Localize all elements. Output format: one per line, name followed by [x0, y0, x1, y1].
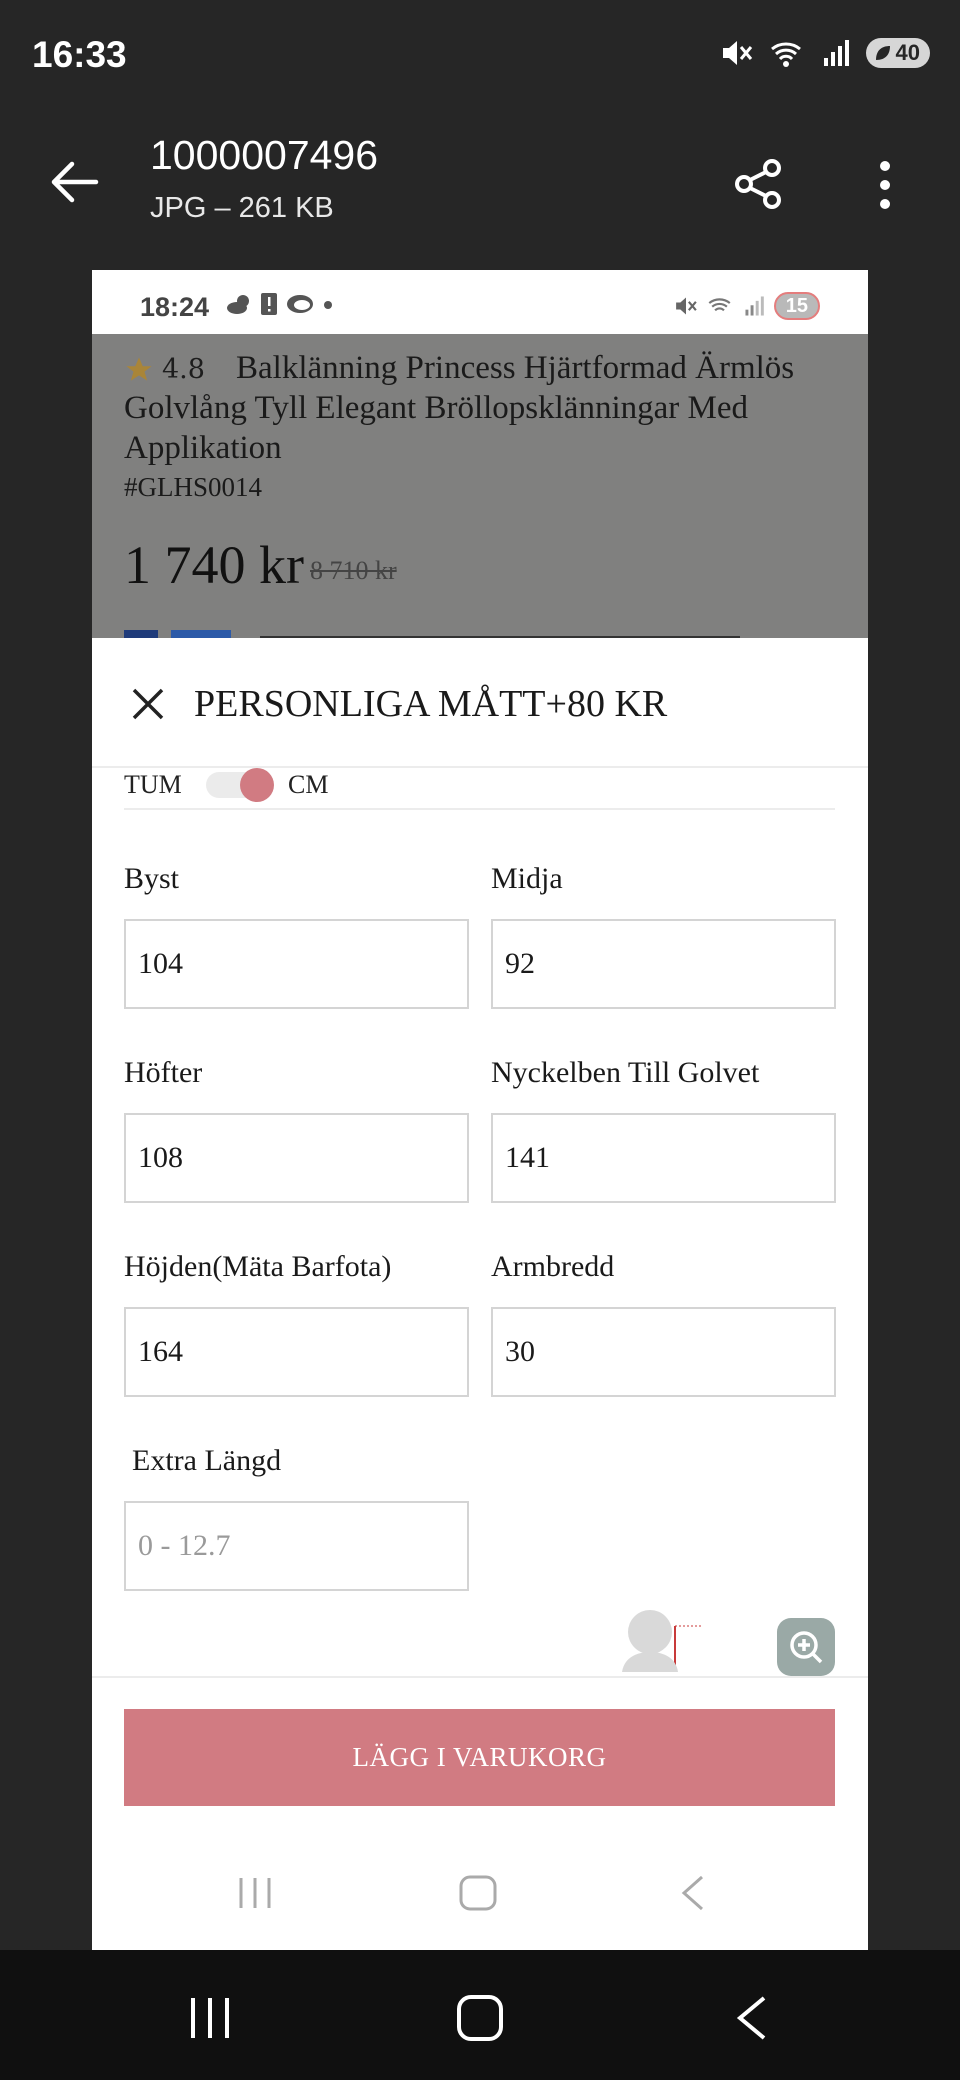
battery-level: 40 — [895, 40, 920, 65]
file-info: JPG – 261 KB — [150, 192, 334, 224]
extra-length-label: Extra Längd — [132, 1444, 282, 1477]
outer-status-bar: 16:33 40 — [0, 0, 960, 115]
outer-nav-bar — [0, 1950, 960, 2080]
back-icon[interactable] — [734, 1994, 770, 2042]
inner-battery: 15 — [773, 292, 820, 320]
recents-icon[interactable] — [237, 1876, 273, 1910]
hollow-to-floor-input[interactable]: 141 — [491, 1113, 836, 1203]
arm-width-label: Armbredd — [491, 1250, 615, 1283]
mute-icon — [722, 41, 752, 65]
signal-icon — [745, 296, 764, 316]
leaf-icon — [875, 46, 890, 60]
hips-input[interactable]: 108 — [124, 1113, 469, 1203]
sheet-title: PERSONLIGA MÅTT+80 KR — [194, 683, 668, 725]
product-rating: 4.8 — [124, 354, 205, 385]
hips-label: Höfter — [124, 1056, 203, 1089]
inner-status-time: 18:24 — [140, 292, 210, 322]
file-name: 1000007496 — [150, 132, 379, 178]
home-icon[interactable] — [458, 1874, 498, 1912]
zoom-icon[interactable] — [777, 1618, 835, 1676]
wifi-icon — [770, 42, 801, 67]
recents-icon[interactable] — [188, 1996, 232, 2040]
unit-switch-row: TUM CM — [124, 768, 835, 810]
back-icon[interactable] — [678, 1874, 708, 1912]
arm-width-input[interactable]: 30 — [491, 1307, 836, 1397]
back-arrow-icon[interactable] — [44, 152, 104, 212]
image-preview[interactable]: 18:24 15 Balklänning Princess Hjärtforma… — [92, 270, 868, 1950]
paypal-row-cutoff — [124, 628, 824, 638]
inner-status-bar: 18:24 15 — [92, 270, 868, 334]
home-icon[interactable] — [456, 1994, 504, 2042]
waist-input[interactable]: 92 — [491, 919, 836, 1009]
wifi-icon — [708, 298, 731, 312]
share-icon[interactable] — [730, 156, 786, 212]
waist-label: Midja — [491, 862, 563, 895]
status-icons: 40 — [720, 38, 930, 68]
mute-icon — [675, 297, 697, 315]
bust-input[interactable]: 104 — [124, 919, 469, 1009]
measurement-figure — [622, 1610, 702, 1672]
inner-nav-bar — [92, 1838, 868, 1950]
product-price: 1 740 kr — [124, 535, 304, 595]
rating-value: 4.8 — [162, 354, 205, 385]
height-input[interactable]: 164 — [124, 1307, 469, 1397]
height-label: Höjden(Mäta Barfota) — [124, 1250, 392, 1283]
product-old-price: 8 710 kr — [310, 556, 397, 585]
custom-measurements-sheet: PERSONLIGA MÅTT+80 KR TUM CM Byst 104 Mi… — [92, 638, 868, 1950]
unit-label-cm[interactable]: CM — [288, 770, 328, 800]
add-to-cart-button[interactable]: LÄGG I VARUKORG — [124, 1709, 835, 1806]
signal-icon — [823, 40, 849, 66]
weather-icon — [227, 295, 249, 314]
status-time: 16:33 — [32, 34, 127, 75]
close-icon[interactable] — [128, 684, 168, 724]
product-sku: #GLHS0014 — [124, 472, 263, 502]
alert-icon — [261, 293, 277, 315]
dot-icon — [324, 301, 332, 309]
unit-label-tum[interactable]: TUM — [124, 770, 182, 800]
product-title: Balklänning Princess Hjärtformad Ärmlös … — [124, 350, 795, 466]
app-icon — [287, 295, 313, 313]
divider — [92, 1676, 868, 1678]
inner-notification-icons — [226, 292, 334, 316]
battery-indicator: 40 — [865, 38, 930, 68]
inner-status-icons: 15 — [674, 292, 820, 320]
product-overlay: Balklänning Princess Hjärtformad Ärmlös … — [92, 334, 868, 638]
hollow-to-floor-label: Nyckelben Till Golvet — [491, 1056, 760, 1089]
more-vert-icon[interactable] — [870, 160, 900, 210]
star-icon — [126, 357, 152, 381]
bust-label: Byst — [124, 862, 180, 895]
unit-toggle-knob[interactable] — [240, 768, 274, 802]
extra-length-input[interactable]: 0 - 12.7 — [124, 1501, 469, 1591]
